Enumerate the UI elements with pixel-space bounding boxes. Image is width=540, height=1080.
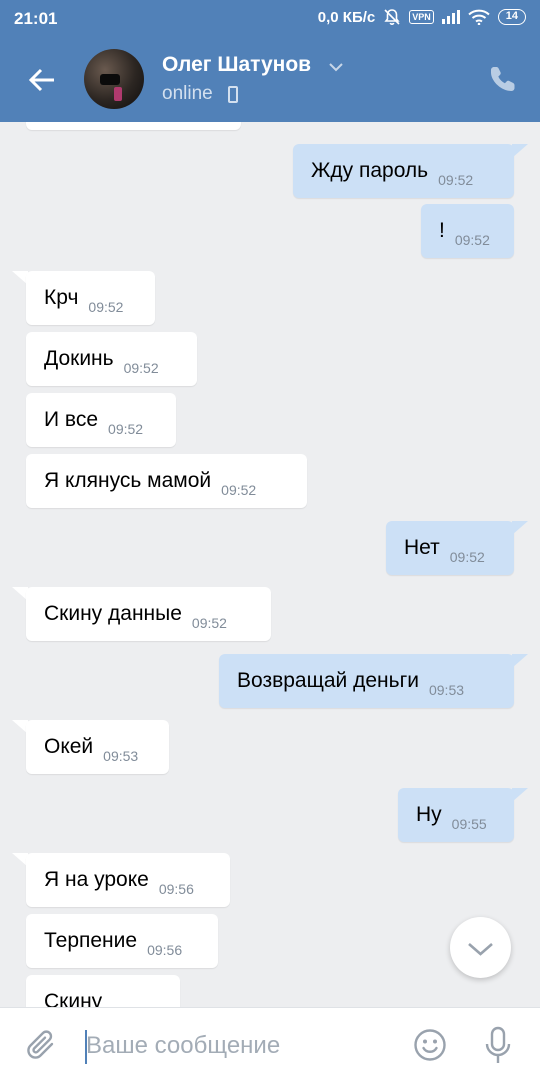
avatar-mask-detail	[100, 74, 120, 85]
message-bubble[interactable]: Скину	[26, 975, 180, 1007]
message-bubble[interactable]: Терпение 09:56	[26, 914, 218, 968]
message-bubble[interactable]: Докинь 09:52	[26, 332, 197, 386]
contact-status: online	[162, 83, 213, 104]
bubble-tail	[512, 788, 528, 802]
message-text: Скину данные	[44, 602, 182, 625]
avatar-accent-detail	[114, 87, 122, 101]
message-time: 09:52	[88, 299, 124, 315]
scroll-down-button[interactable]	[450, 917, 511, 978]
message-bubble[interactable]: И все 09:52	[26, 393, 176, 447]
message-time: 09:55	[451, 816, 487, 832]
message-text: Нет	[404, 536, 440, 559]
status-icons: 0,0 КБ/с VPN 14	[318, 8, 526, 26]
message-text: !	[439, 219, 445, 242]
message-text: И все	[44, 408, 99, 431]
message-time: 09:52	[108, 421, 144, 437]
bubble-tail	[512, 654, 528, 668]
status-time: 21:01	[14, 9, 58, 28]
message-time: 09:53	[428, 682, 465, 698]
message-bubble[interactable]: Нет 09:52	[386, 521, 514, 575]
message-time: 09:56	[147, 942, 183, 958]
message-text: Я на уроке	[44, 868, 149, 891]
bubble-tail	[512, 144, 528, 158]
message-bubble[interactable]: Ну 09:55	[398, 788, 514, 842]
emoji-icon[interactable]	[413, 1028, 447, 1062]
message-bubble[interactable]: Окей 09:53	[26, 720, 169, 774]
wifi-icon	[468, 9, 490, 25]
message-bubble[interactable]: ! 09:52	[421, 204, 514, 258]
message-text: Крч	[44, 286, 79, 309]
avatar[interactable]	[84, 49, 144, 109]
message-list[interactable]: Жду пароль 09:52 ! 09:52 Крч 09:52 Докинь 09…	[0, 122, 540, 1007]
vpn-badge: VPN	[409, 10, 434, 24]
contact-name[interactable]: Олег Шатунов	[162, 53, 311, 77]
mobile-icon	[228, 86, 238, 103]
message-time: 09:52	[454, 232, 490, 248]
message-text: Докинь	[44, 347, 114, 370]
attach-icon[interactable]	[24, 1028, 58, 1062]
message-text: Скину	[44, 990, 103, 1007]
message-text: Ну	[416, 803, 442, 826]
message-text: Я клянусь мамой	[44, 469, 212, 492]
message-bubble[interactable]: Возвращай деньги 09:53	[219, 654, 514, 708]
message-time: 09:52	[123, 360, 159, 376]
chevron-down-icon	[468, 943, 493, 956]
bubble-tail	[512, 521, 528, 535]
signal-icon	[441, 10, 460, 24]
phone-icon[interactable]	[488, 64, 518, 94]
mic-icon[interactable]	[484, 1026, 512, 1066]
message-text: Возвращай деньги	[237, 669, 419, 692]
message-text: Терпение	[44, 929, 138, 952]
battery-icon: 14	[497, 9, 526, 25]
back-arrow-icon[interactable]	[26, 64, 58, 96]
status-bar: 21:01 0,0 КБ/с VPN 14	[0, 0, 540, 36]
message-time: 09:56	[158, 881, 194, 897]
message-time: 09:52	[191, 615, 227, 631]
chevron-down-icon[interactable]	[328, 59, 344, 75]
network-speed: 0,0 КБ/с	[317, 8, 376, 26]
message-text: Окей	[44, 735, 94, 758]
message-bubble[interactable]: Скину данные 09:52	[26, 587, 271, 641]
message-bubble-partial	[26, 122, 241, 130]
message-composer	[0, 1007, 540, 1080]
message-time: 09:53	[103, 748, 139, 764]
message-bubble[interactable]: Жду пароль 09:52	[293, 144, 514, 198]
message-time: 09:52	[438, 172, 474, 188]
message-bubble[interactable]: Я клянусь мамой 09:52	[26, 454, 307, 508]
message-input[interactable]	[86, 1026, 386, 1066]
message-bubble[interactable]: Крч 09:52	[26, 271, 155, 325]
message-bubble[interactable]: Я на уроке 09:56	[26, 853, 230, 907]
message-text: Жду пароль	[311, 159, 429, 182]
bell-off-icon	[384, 9, 400, 25]
message-time: 09:52	[449, 549, 485, 565]
chat-header: Олег Шатунов online	[0, 36, 540, 122]
message-time: 09:52	[221, 482, 257, 498]
